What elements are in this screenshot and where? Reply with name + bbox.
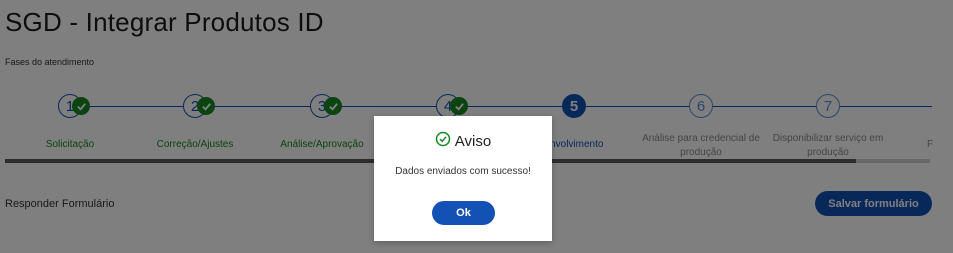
modal-title-text: Aviso — [454, 132, 492, 150]
check-circle-icon — [435, 131, 451, 151]
modal-title: Aviso — [374, 131, 552, 151]
ok-button[interactable]: Ok — [432, 201, 495, 225]
alert-modal: Aviso Dados enviados com sucesso! Ok — [374, 116, 552, 241]
modal-message: Dados enviados com sucesso! — [395, 166, 531, 177]
